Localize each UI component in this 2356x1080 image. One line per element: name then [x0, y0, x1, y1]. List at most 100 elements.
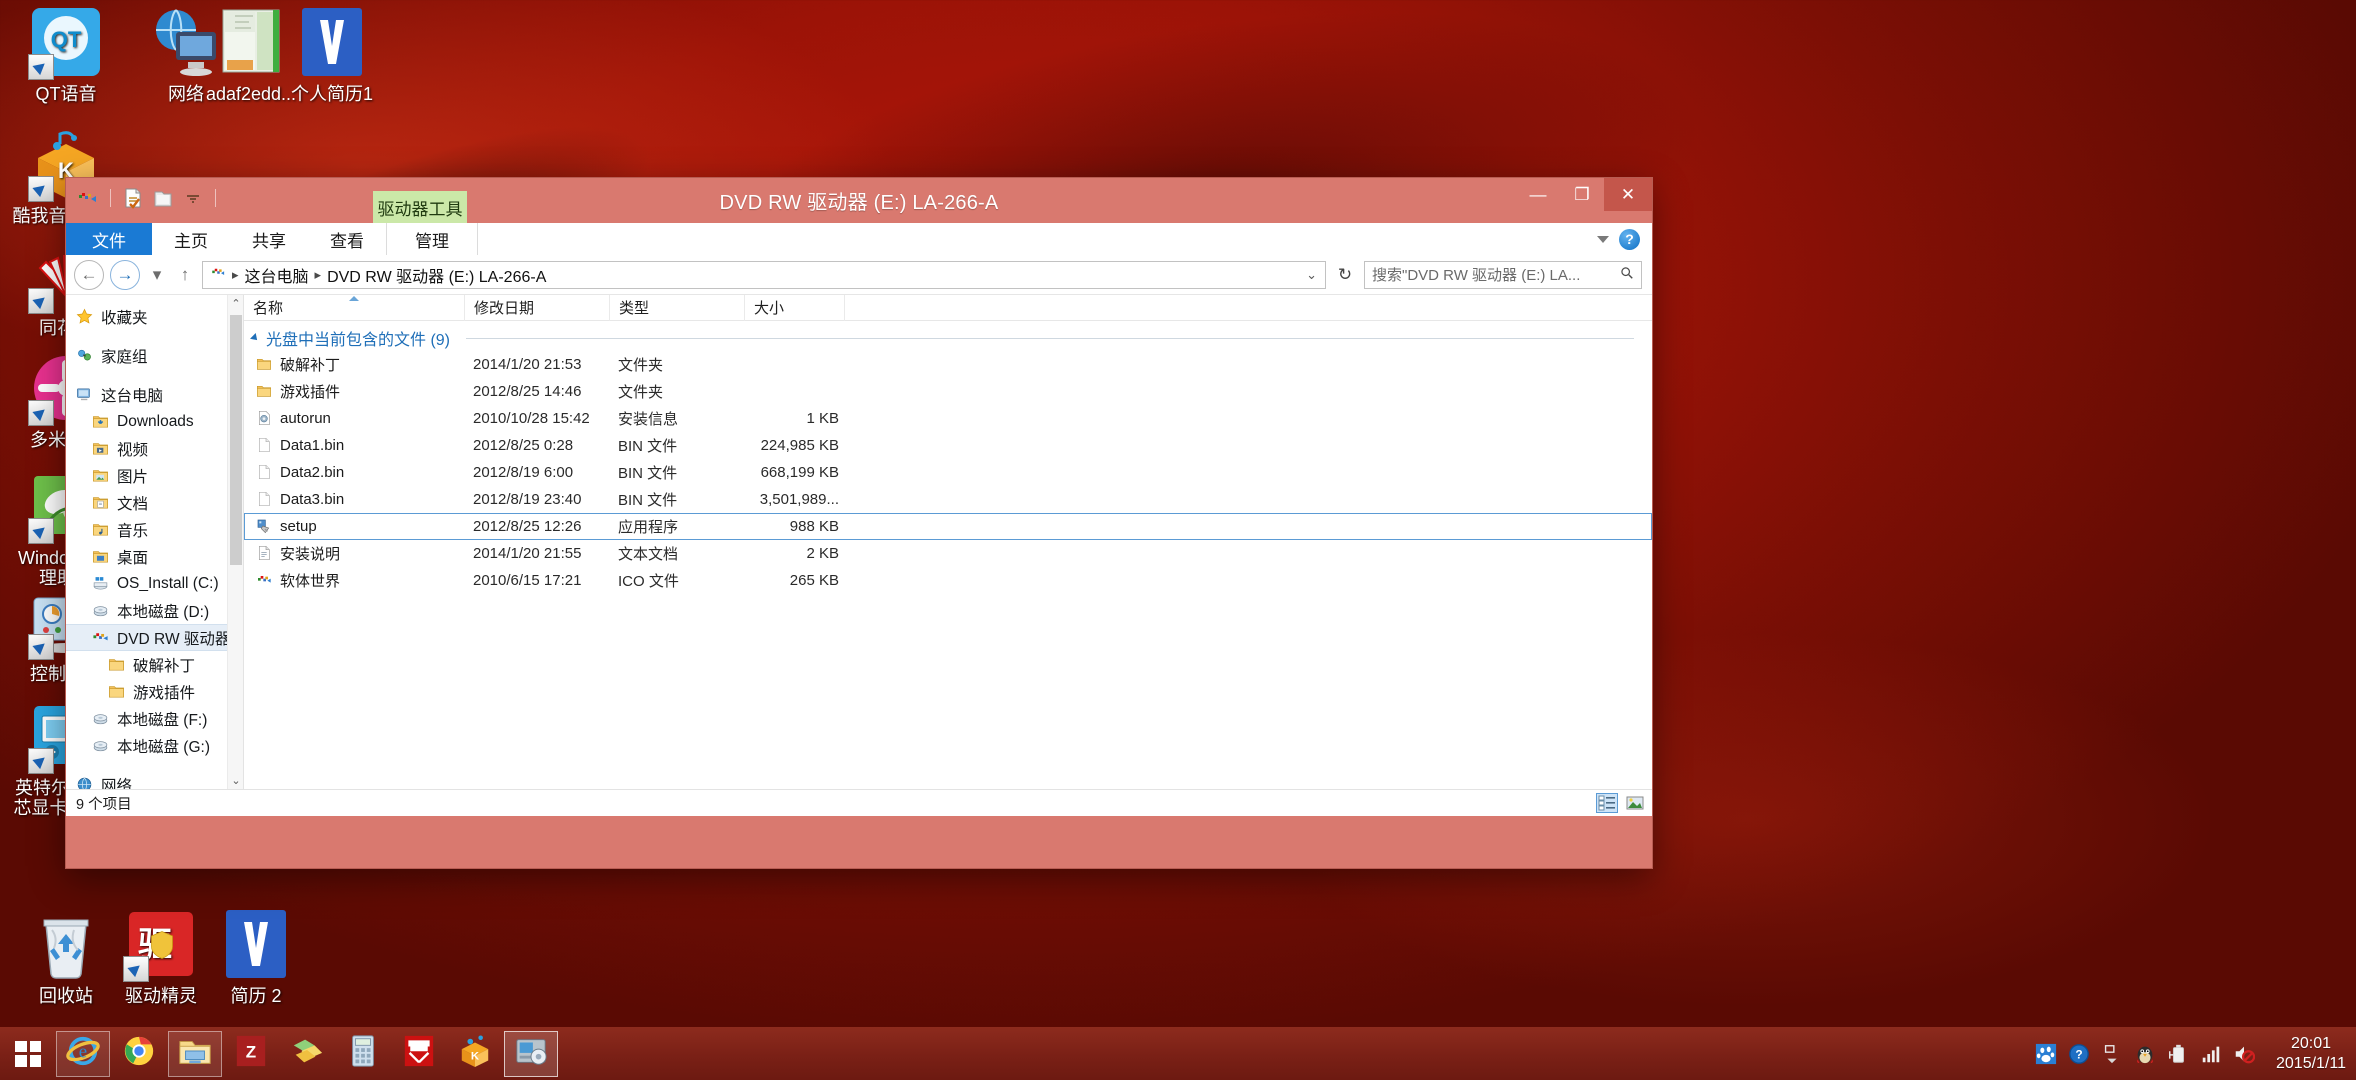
table-row[interactable]: Data2.bin 2012/8/19 6:00 BIN 文件 668,199 KB — [244, 459, 1652, 486]
table-row[interactable]: setup 2012/8/25 12:26 应用程序 988 KB — [244, 513, 1652, 540]
nav-group-spacer — [66, 330, 243, 342]
cell-type: 应用程序 — [618, 519, 679, 536]
nav-item-9[interactable]: OS_Install (C:) — [66, 570, 243, 597]
taskbar-file-explorer[interactable] — [168, 1030, 222, 1077]
breadcrumb-item-1[interactable]: DVD RW 驱动器 (E:) LA-266-A — [327, 263, 546, 287]
refresh-button[interactable]: ↻ — [1332, 261, 1358, 289]
nav-item-10[interactable]: 本地磁盘 (D:) — [66, 597, 243, 624]
column-header-empty — [844, 294, 1652, 321]
table-row[interactable]: 软体世界 2010/6/15 17:21 ICO 文件 265 KB — [244, 567, 1652, 594]
taskbar-kuwo[interactable]: K — [448, 1031, 502, 1077]
minimize-button[interactable]: — — [1516, 178, 1560, 211]
tray-volume[interactable] — [2233, 1043, 2256, 1065]
table-row[interactable]: Data1.bin 2012/8/25 0:28 BIN 文件 224,985 KB — [244, 432, 1652, 459]
desktop-icon-label: 简历 2 — [230, 986, 282, 1006]
shortcut-overlay-icon — [28, 176, 54, 202]
nav-item-0[interactable]: 收藏夹 — [66, 303, 243, 330]
kuwo-box-icon: K — [458, 1034, 492, 1073]
nav-item-12[interactable]: 破解补丁 — [66, 651, 243, 678]
thumbnail-view-button[interactable] — [1624, 793, 1646, 813]
nav-item-label: 文档 — [117, 495, 149, 513]
table-row[interactable]: autorun 2010/10/28 15:42 安装信息 1 KB — [244, 405, 1652, 432]
ribbon-tab-4[interactable]: 管理 — [386, 223, 478, 255]
cell-date: 2012/8/19 23:40 — [473, 491, 582, 508]
tray-show-hidden[interactable] — [2101, 1043, 2123, 1065]
taskbar-calculator[interactable] — [336, 1031, 390, 1077]
column-header-size[interactable]: 大小 — [744, 294, 844, 321]
address-input[interactable]: ▸ 这台电脑 ▸ DVD RW 驱动器 (E:) LA-266-A ⌄ — [202, 260, 1326, 289]
taskbar-chrome[interactable] — [112, 1031, 166, 1077]
table-row[interactable]: 安装说明 2014/1/20 21:55 文本文档 2 KB — [244, 540, 1652, 567]
forward-button[interactable]: → — [110, 259, 140, 290]
navigation-scrollbar[interactable]: ⌃ ⌄ — [227, 295, 243, 789]
ribbon-tab-2[interactable]: 共享 — [230, 223, 308, 255]
maximize-button[interactable]: ❐ — [1560, 178, 1604, 211]
nav-item-2[interactable]: 这台电脑 — [66, 381, 243, 408]
taskbar-folders[interactable] — [280, 1031, 334, 1077]
details-view-button[interactable] — [1596, 793, 1618, 813]
disc-icon-small — [211, 265, 226, 285]
nav-item-15[interactable]: 本地磁盘 (G:) — [66, 732, 243, 759]
nav-item-4[interactable]: 视频 — [66, 435, 243, 462]
file-name-label: autorun — [280, 410, 331, 427]
scroll-up-arrow-icon[interactable]: ⌃ — [228, 295, 243, 312]
group-header[interactable]: 光盘中当前包含的文件 (9) — [244, 325, 1652, 351]
view-buttons — [1596, 793, 1646, 813]
nav-item-6[interactable]: 文档 — [66, 489, 243, 516]
breadcrumb-item-0[interactable]: 这台电脑 — [245, 263, 309, 287]
table-row[interactable]: Data3.bin 2012/8/19 23:40 BIN 文件 3,501,989.… — [244, 486, 1652, 513]
recent-locations-button[interactable]: ▾ — [146, 259, 168, 290]
collapse-triangle-icon[interactable] — [250, 333, 260, 343]
shortcut-overlay-icon — [28, 748, 54, 774]
chevron-down-icon[interactable] — [1597, 235, 1609, 243]
tray-baidu[interactable] — [2035, 1043, 2057, 1065]
scroll-down-arrow-icon[interactable]: ⌄ — [228, 772, 243, 789]
tray-qq[interactable] — [2134, 1043, 2156, 1065]
cell-type: BIN 文件 — [618, 492, 678, 509]
desktop-icon-12[interactable]: 简历 2 — [200, 908, 312, 1006]
taskbar-dvd-window[interactable] — [504, 1030, 558, 1077]
help-icon[interactable]: ? — [1619, 228, 1640, 250]
nav-item-label: 网络 — [101, 777, 133, 790]
nav-item-8[interactable]: 桌面 — [66, 543, 243, 570]
search-input[interactable]: 搜索"DVD RW 驱动器 (E:) LA... — [1364, 260, 1642, 289]
tray-help[interactable]: ? — [2068, 1043, 2090, 1065]
ribbon-tab-1[interactable]: 主页 — [152, 223, 230, 255]
window-title-bar: DVD RW 驱动器 (E:) LA-266-A 驱动器工具 — ❐ ✕ — [66, 178, 1652, 223]
start-button[interactable] — [0, 1027, 56, 1080]
column-header-type[interactable]: 类型 — [609, 294, 744, 321]
desktop-icon-3[interactable]: 个人简历1 — [276, 6, 388, 104]
column-header-label: 修改日期 — [474, 300, 535, 317]
folder-icon — [256, 383, 273, 400]
nav-item-1[interactable]: 家庭组 — [66, 342, 243, 369]
column-header-date[interactable]: 修改日期 — [464, 294, 609, 321]
nav-item-13[interactable]: 游戏插件 — [66, 678, 243, 705]
text-file-icon — [256, 545, 273, 562]
column-header-name[interactable]: 名称 — [244, 295, 464, 321]
nav-item-16[interactable]: 网络 — [66, 771, 243, 789]
taskbar-z-app[interactable]: Z — [224, 1031, 278, 1077]
tray-network[interactable] — [2200, 1043, 2222, 1065]
nav-item-7[interactable]: 音乐 — [66, 516, 243, 543]
table-row[interactable]: 破解补丁 2014/1/20 21:53 文件夹 — [244, 351, 1652, 378]
taskbar-ni-app[interactable] — [392, 1031, 446, 1077]
nav-item-14[interactable]: 本地磁盘 (F:) — [66, 705, 243, 732]
taskbar-internet-explorer[interactable]: e — [56, 1030, 110, 1077]
address-dropdown-button[interactable]: ⌄ — [1300, 267, 1317, 283]
table-row[interactable]: 游戏插件 2012/8/25 14:46 文件夹 — [244, 378, 1652, 405]
close-button[interactable]: ✕ — [1604, 178, 1652, 211]
nav-item-11[interactable]: DVD RW 驱动器 ( — [66, 624, 243, 651]
back-button[interactable]: ← — [74, 259, 104, 290]
search-icon — [1620, 266, 1634, 284]
file-rows-container: 破解补丁 2014/1/20 21:53 文件夹 游戏插件 2012/8/25 14:4… — [244, 351, 1652, 594]
ribbon-tab-0[interactable]: 文件 — [66, 223, 152, 255]
up-button[interactable]: ↑ — [174, 259, 196, 290]
file-name-label: Data3.bin — [280, 491, 345, 508]
nav-item-3[interactable]: Downloads — [66, 408, 243, 435]
ribbon-tab-3[interactable]: 查看 — [308, 223, 386, 255]
nav-item-5[interactable]: 图片 — [66, 462, 243, 489]
scrollbar-thumb[interactable] — [230, 315, 242, 565]
taskbar-clock[interactable]: 20:01 2015/1/11 — [2266, 1034, 2346, 1074]
desktop-icon-0[interactable]: QT QT语音 — [10, 6, 122, 104]
tray-battery[interactable] — [2167, 1043, 2189, 1065]
